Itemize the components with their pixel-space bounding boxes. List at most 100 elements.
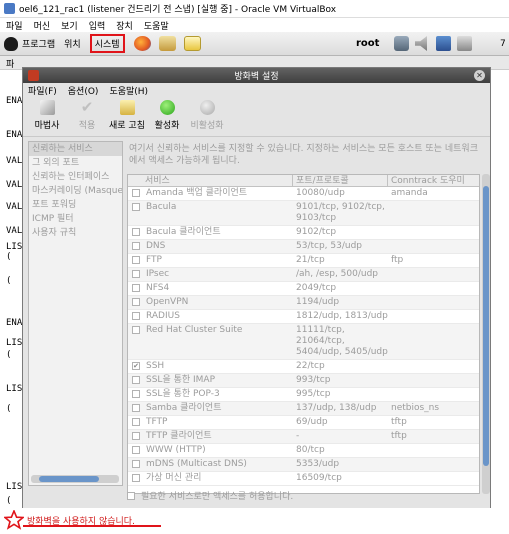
service-port-cell: 16509/tcp [296, 473, 342, 483]
system-menu[interactable]: 시스템 [89, 34, 125, 53]
service-checkbox[interactable] [132, 376, 140, 384]
service-checkbox[interactable] [132, 446, 140, 454]
service-row[interactable]: ✔ SSH 22/tcp [128, 360, 479, 374]
services-vertical-scrollbar[interactable] [482, 174, 490, 494]
service-helper-cell: netbios_ns [391, 403, 440, 413]
service-checkbox[interactable] [132, 418, 140, 426]
applications-menu[interactable]: 프로그램 [4, 36, 56, 51]
disable-button[interactable]: 비활성화 [187, 100, 227, 131]
nav-horizontal-scrollbar[interactable] [31, 475, 119, 483]
terminal-line: LIS [6, 482, 23, 492]
service-row[interactable]: TFTP 69/udp tftp [128, 416, 479, 430]
status-bar: 방화벽을 사용하지 않습니다. [0, 508, 509, 534]
service-row[interactable]: FTP 21/tcp ftp [128, 254, 479, 268]
service-row[interactable]: SSL을 통한 POP-3 995/tcp [128, 388, 479, 402]
service-row[interactable]: SSL을 통한 IMAP 993/tcp [128, 374, 479, 388]
service-row[interactable]: RADIUS 1812/udp, 1813/udp [128, 310, 479, 324]
service-port-cell: - [296, 431, 300, 441]
service-checkbox[interactable] [132, 270, 140, 278]
terminal-line: ( [6, 252, 12, 262]
column-header-helper[interactable]: Conntrack 도우미 [388, 175, 476, 186]
service-name-cell: OpenVPN [128, 296, 293, 309]
nav-item-icmp-filter[interactable]: ICMP 필터 [29, 212, 122, 226]
enable-button[interactable]: 활성화 [147, 100, 187, 131]
service-row[interactable]: Bacula 9101/tcp, 9102/tcp, 9103/tcp [128, 201, 479, 226]
service-checkbox[interactable] [132, 474, 140, 482]
service-row[interactable]: TFTP 클라이언트 - tftp [128, 430, 479, 444]
service-checkbox[interactable] [132, 242, 140, 250]
update-icon[interactable] [457, 36, 472, 51]
dialog-menu-options[interactable]: 옵션(O) [68, 84, 99, 97]
service-checkbox[interactable] [132, 312, 140, 320]
column-header-port[interactable]: 포트/프로토콜 [293, 175, 388, 186]
terminal-line: ( [6, 350, 12, 360]
service-checkbox[interactable] [132, 404, 140, 412]
nav-item-custom-rules[interactable]: 사용자 규칙 [29, 226, 122, 240]
apply-check-icon: ✔ [80, 98, 94, 116]
firefox-icon[interactable] [133, 36, 151, 51]
text-editor-icon[interactable] [183, 36, 201, 51]
service-checkbox[interactable] [132, 432, 140, 440]
service-row[interactable]: OpenVPN 1194/udp [128, 296, 479, 310]
service-row[interactable]: IPsec/ah, /esp, 500/udp [128, 268, 479, 282]
service-row[interactable]: NFS4 2049/tcp [128, 282, 479, 296]
service-checkbox[interactable] [132, 189, 140, 197]
service-row[interactable]: Bacula 클라이언트 9102/tcp [128, 226, 479, 240]
service-helper-cell [388, 240, 476, 253]
dialog-titlebar[interactable]: 방화벽 설정 ✕ [23, 68, 490, 83]
terminal-line: LIS [6, 338, 23, 348]
scrollbar-thumb[interactable] [483, 186, 489, 466]
service-name: Bacula [146, 202, 177, 212]
service-row[interactable]: Red Hat Cluster Suite 11111/tcp, 21064/tc… [128, 324, 479, 360]
apply-button[interactable]: ✔ 적용 [67, 98, 107, 132]
column-header-service[interactable]: 서비스 [128, 175, 293, 186]
service-checkbox[interactable]: ✔ [132, 362, 140, 370]
service-row[interactable]: mDNS (Multicast DNS) 5353/udp [128, 458, 479, 472]
vbox-menu-devices[interactable]: 장치 [116, 19, 133, 32]
places-menu[interactable]: 위치 [64, 37, 81, 50]
vbox-menu-input[interactable]: 입력 [89, 19, 106, 32]
service-name-cell: FTP [128, 254, 293, 267]
trusted-only-option[interactable]: 필요한 서비스로만 액세스를 허용합니다. [127, 489, 293, 502]
enable-green-icon [159, 100, 175, 115]
nav-item-masquerading[interactable]: 마스커레이딩 (Masquer [29, 184, 122, 198]
service-checkbox[interactable] [132, 256, 140, 264]
network-tray-icon[interactable] [394, 36, 409, 51]
service-name-cell: IPsec [128, 268, 293, 281]
trusted-only-checkbox[interactable] [127, 491, 135, 500]
email-client-icon[interactable] [158, 36, 176, 51]
vbox-menu-view[interactable]: 보기 [61, 19, 78, 32]
service-checkbox[interactable] [132, 460, 140, 468]
service-name-cell: Red Hat Cluster Suite [128, 324, 293, 359]
dialog-menu-file[interactable]: 파일(F) [28, 84, 57, 97]
service-checkbox[interactable] [132, 284, 140, 292]
service-checkbox[interactable] [132, 203, 140, 211]
volume-icon[interactable] [415, 36, 427, 51]
scrollbar-thumb[interactable] [39, 476, 99, 482]
vbox-menu-file[interactable]: 파일 [6, 19, 23, 32]
service-row[interactable]: 가상 머신 관리 16509/tcp [128, 472, 479, 486]
service-row[interactable]: WWW (HTTP) 80/tcp [128, 444, 479, 458]
service-row[interactable]: DNS 53/tcp, 53/udp [128, 240, 479, 254]
nav-item-port-forwarding[interactable]: 포트 포워딩 [29, 198, 122, 212]
service-checkbox[interactable] [132, 326, 140, 334]
vbox-menu-help[interactable]: 도움말 [144, 19, 169, 32]
nav-item-other-ports[interactable]: 그 외의 포트 [29, 156, 122, 170]
close-icon[interactable]: ✕ [474, 70, 485, 81]
service-name: 가상 머신 관리 [146, 473, 202, 483]
nav-item-trusted-services[interactable]: 신뢰하는 서비스 [29, 142, 122, 156]
dialog-menu-help[interactable]: 도움말(H) [109, 84, 148, 97]
service-checkbox[interactable] [132, 298, 140, 306]
vbox-menu-machine[interactable]: 머신 [34, 19, 51, 32]
service-port-cell: 21/tcp [296, 255, 325, 265]
service-checkbox[interactable] [132, 390, 140, 398]
applications-menu-label: 프로그램 [22, 40, 56, 50]
nav-item-trusted-interfaces[interactable]: 신뢰하는 인터페이스 [29, 170, 122, 184]
wizard-button[interactable]: 마법사 [27, 100, 67, 131]
service-row[interactable]: Samba 클라이언트 137/udp, 138/udp netbios_ns [128, 402, 479, 416]
reload-button[interactable]: 새로 고침 [107, 100, 147, 131]
service-checkbox[interactable] [132, 228, 140, 236]
monitor-icon[interactable] [436, 36, 451, 51]
places-menu-label: 위치 [64, 40, 81, 50]
service-row[interactable]: Amanda 백업 클라이언트 10080/udp amanda [128, 187, 479, 201]
